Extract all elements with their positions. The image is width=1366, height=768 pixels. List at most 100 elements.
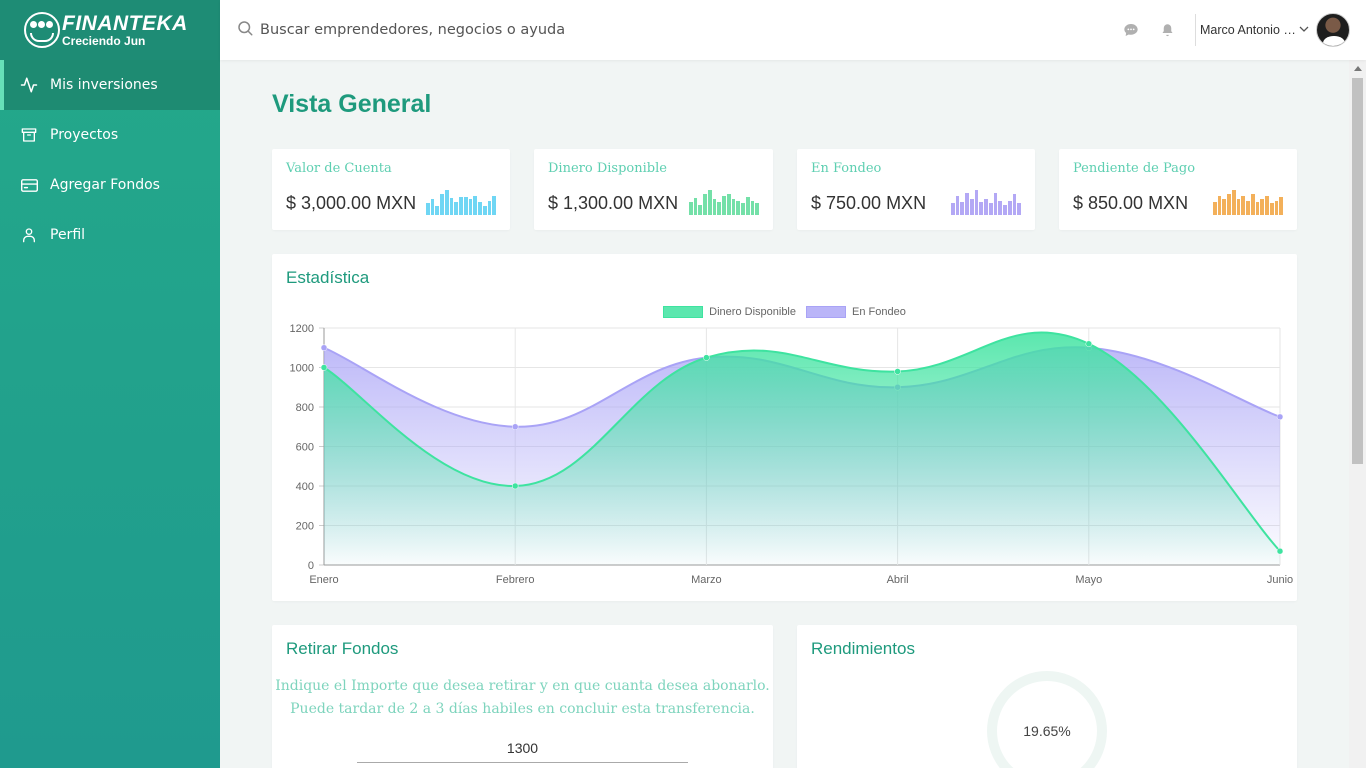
sparkline-bar [430, 199, 435, 215]
returns-card: Rendimientos 19.65% [797, 625, 1297, 768]
sidebar: FINANTEKA Creciendo Jun Mis inversiones … [0, 0, 220, 768]
x-tick-label: Febrero [496, 574, 535, 586]
scroll-thumb[interactable] [1352, 78, 1363, 464]
sparkline-bar [755, 203, 760, 215]
sparkline-bar [731, 199, 736, 215]
sidebar-item-label: Mis inversiones [50, 77, 158, 93]
sparkline-bar [482, 205, 487, 215]
y-tick-label: 1200 [290, 323, 314, 335]
user-menu[interactable]: Marco Antonio Me... [1200, 13, 1350, 47]
withdraw-card: Retirar Fondos Indique el Importe que de… [272, 625, 773, 768]
data-point [511, 482, 519, 490]
withdraw-amount-input[interactable] [357, 733, 688, 763]
card-title: Rendimientos [811, 639, 915, 658]
sparkline-bar [1231, 190, 1236, 215]
chat-icon[interactable] [1113, 12, 1149, 48]
data-point [1085, 340, 1093, 348]
scrollbar[interactable] [1349, 60, 1366, 768]
stat-value: $ 1,300.00 MXN [548, 193, 679, 213]
stat-label: Valor de Cuenta [286, 161, 392, 176]
x-tick-label: Junio [1267, 574, 1293, 586]
x-tick-label: Enero [309, 574, 338, 586]
stat-card-dinero-disponible: Dinero Disponible $ 1,300.00 MXN [534, 149, 773, 230]
sparkline-bar [703, 194, 707, 215]
y-tick-label: 200 [296, 521, 314, 533]
sparkline-bar [979, 202, 984, 215]
user-name: Marco Antonio Me... [1200, 23, 1306, 37]
sparkline-bar [492, 195, 497, 215]
sparkline-bar [1265, 195, 1269, 215]
sparkline-bar [487, 200, 492, 215]
data-point [320, 344, 328, 351]
topbar-divider [1195, 14, 1196, 46]
y-tick-label: 800 [296, 402, 314, 414]
sparkline-bar [1227, 194, 1231, 215]
bell-icon[interactable] [1149, 12, 1185, 48]
sparkline-bar [689, 202, 693, 215]
withdraw-line-1: Indique el Importe que desea retirar y e… [275, 678, 770, 694]
sparkline-bar [1012, 194, 1017, 215]
stat-label: Dinero Disponible [548, 161, 667, 176]
sidebar-item-mis-inversiones[interactable]: Mis inversiones [0, 60, 220, 110]
returns-value: 19.65% [1023, 723, 1071, 739]
sparkline-bar [1213, 202, 1217, 215]
stat-card-en-fondeo: En Fondeo $ 750.00 MXN [797, 149, 1035, 230]
app-logo[interactable]: FINANTEKA Creciendo Jun [0, 0, 220, 60]
sparkline-bar [435, 205, 440, 215]
data-point [703, 354, 710, 361]
x-tick-label: Abril [887, 574, 909, 586]
data-point [1276, 547, 1284, 555]
sparkline-bar [717, 202, 722, 215]
withdraw-instructions: Indique el Importe que desea retirar y e… [272, 675, 773, 721]
sparkline-bar [1269, 203, 1274, 215]
topbar: Marco Antonio Me... [220, 0, 1366, 60]
sparkline-bar [750, 200, 755, 215]
sparkline-bar [444, 190, 449, 215]
data-point [511, 423, 519, 430]
data-point [1276, 413, 1284, 421]
activity-icon [20, 76, 38, 94]
sparkline-bar [1279, 196, 1284, 215]
sparkline-bar [707, 190, 712, 215]
archive-icon [20, 126, 38, 144]
stat-label: En Fondeo [811, 161, 882, 176]
search-bar [220, 19, 1113, 41]
sparkline-bar [984, 199, 988, 215]
sparkline-bar [1222, 199, 1227, 215]
data-point [320, 364, 328, 371]
sidebar-item-proyectos[interactable]: Proyectos [0, 110, 220, 160]
scroll-up-arrow-icon[interactable] [1354, 66, 1362, 71]
sidebar-item-agregar-fondos[interactable]: Agregar Fondos [0, 160, 220, 210]
sparkline-bar [974, 190, 979, 215]
sparkline [951, 189, 1022, 215]
chevron-down-icon[interactable] [1298, 23, 1310, 38]
sparkline-bar [726, 194, 731, 215]
stat-card-valor-cuenta: Valor de Cuenta $ 3,000.00 MXN [272, 149, 510, 230]
sparkline [689, 189, 760, 215]
withdraw-line-2: Puede tardar de 2 a 3 días habiles en co… [290, 701, 755, 717]
sparkline-bar [468, 199, 473, 215]
sparkline-bar [1236, 199, 1241, 215]
search-icon[interactable] [236, 19, 254, 41]
sparkline-bar [1007, 200, 1012, 215]
sparkline-bar [965, 192, 969, 215]
logo-name: FINANTEKA [62, 12, 188, 35]
avatar[interactable] [1316, 13, 1350, 47]
y-tick-label: 400 [296, 481, 314, 493]
search-input[interactable] [260, 22, 760, 38]
card-title: Retirar Fondos [286, 639, 399, 658]
sidebar-nav: Mis inversiones Proyectos Agregar Fondos… [0, 60, 220, 260]
stat-value: $ 850.00 MXN [1073, 193, 1189, 213]
sparkline-bar [998, 200, 1003, 215]
y-tick-label: 0 [308, 560, 314, 572]
sidebar-item-label: Proyectos [50, 127, 119, 143]
y-tick-label: 1000 [290, 363, 314, 375]
sparkline-bar [1255, 202, 1260, 215]
sparkline-bar [736, 200, 741, 215]
sparkline-bar [1250, 194, 1255, 215]
sidebar-item-perfil[interactable]: Perfil [0, 210, 220, 260]
sparkline-bar [745, 196, 750, 215]
sparkline-bar [1260, 199, 1265, 215]
stat-value: $ 750.00 MXN [811, 193, 927, 213]
sparkline-bar [478, 202, 482, 215]
